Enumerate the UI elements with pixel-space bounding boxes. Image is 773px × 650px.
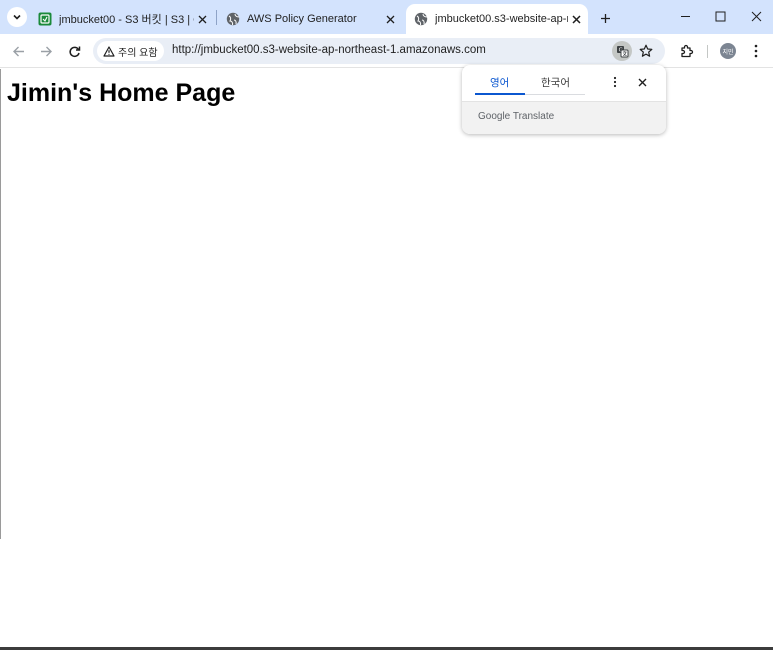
new-tab-button[interactable]	[596, 9, 614, 27]
back-button[interactable]	[9, 42, 27, 60]
tab-target-language[interactable]: 한국어	[541, 75, 570, 90]
translate-options-button[interactable]	[608, 74, 622, 90]
chevron-down-icon	[13, 14, 21, 20]
close-icon	[198, 15, 206, 23]
translate-page-button[interactable]: G	[612, 41, 632, 61]
more-vertical-icon	[613, 76, 617, 88]
window-close-button[interactable]	[744, 5, 768, 27]
google-translate-brand: Google Translate	[478, 111, 555, 122]
translate-icon: G	[616, 45, 628, 57]
plus-icon	[600, 13, 610, 23]
warning-icon	[103, 45, 115, 57]
aws-s3-icon	[38, 12, 52, 26]
close-tab-button[interactable]	[568, 11, 584, 27]
tab-title: AWS Policy Generator	[247, 13, 357, 25]
browser-toolbar: 주의 요함 http://jmbucket00.s3-website-ap-no…	[0, 34, 773, 68]
minimize-icon	[680, 15, 690, 17]
translate-popup: 영어 한국어 Google Translate	[462, 65, 666, 134]
tab-s3-website-active[interactable]: jmbucket00.s3-website-ap-nor	[406, 4, 588, 34]
bookmark-button[interactable]	[637, 42, 655, 60]
translate-footer: Google Translate	[462, 101, 666, 134]
translate-close-button[interactable]	[634, 74, 650, 90]
arrow-left-icon	[12, 46, 24, 56]
tab-s3-bucket[interactable]: jmbucket00 - S3 버킷 | S3 | Gl	[30, 4, 216, 34]
close-icon	[751, 11, 761, 21]
tab-aws-policy-generator[interactable]: AWS Policy Generator	[218, 4, 404, 34]
puzzle-icon	[680, 44, 693, 57]
more-vertical-icon	[754, 44, 758, 58]
security-label: 주의 요함	[118, 47, 158, 59]
extensions-button[interactable]	[677, 42, 695, 60]
close-icon	[386, 15, 394, 23]
maximize-button[interactable]	[708, 5, 732, 27]
url-text[interactable]: http://jmbucket00.s3-website-ap-northeas…	[172, 44, 486, 56]
close-tab-button[interactable]	[194, 11, 210, 27]
close-tab-button[interactable]	[382, 11, 398, 27]
window-left-edge	[0, 69, 1, 539]
address-bar[interactable]: 주의 요함 http://jmbucket00.s3-website-ap-no…	[93, 38, 665, 64]
reload-icon	[68, 46, 80, 57]
globe-icon	[414, 12, 428, 26]
security-status-chip[interactable]: 주의 요함	[97, 41, 164, 61]
page-viewport: Jimin's Home Page	[0, 69, 773, 647]
translate-language-tabs: 영어 한국어	[475, 65, 585, 95]
tab-separator	[216, 10, 217, 25]
tab-title: jmbucket00.s3-website-ap-nor	[435, 13, 568, 25]
active-tab-indicator	[475, 93, 525, 95]
maximize-icon	[715, 11, 725, 21]
profile-avatar[interactable]: 지민	[720, 43, 736, 59]
forward-button[interactable]	[37, 42, 55, 60]
toolbar-divider	[707, 45, 708, 58]
tab-strip: jmbucket00 - S3 버킷 | S3 | Gl AWS Policy …	[0, 0, 773, 34]
tab-title: jmbucket00 - S3 버킷 | S3 | Gl	[59, 14, 194, 26]
arrow-right-icon	[40, 46, 52, 56]
close-icon	[638, 78, 646, 86]
tab-source-language[interactable]: 영어	[490, 75, 509, 90]
star-icon	[639, 44, 653, 57]
close-icon	[571, 14, 581, 24]
reload-button[interactable]	[65, 42, 83, 60]
minimize-button[interactable]	[673, 5, 697, 27]
browser-menu-button[interactable]	[747, 42, 765, 60]
globe-icon	[226, 12, 240, 26]
tab-search-button[interactable]	[7, 7, 27, 27]
page-heading: Jimin's Home Page	[7, 79, 236, 107]
